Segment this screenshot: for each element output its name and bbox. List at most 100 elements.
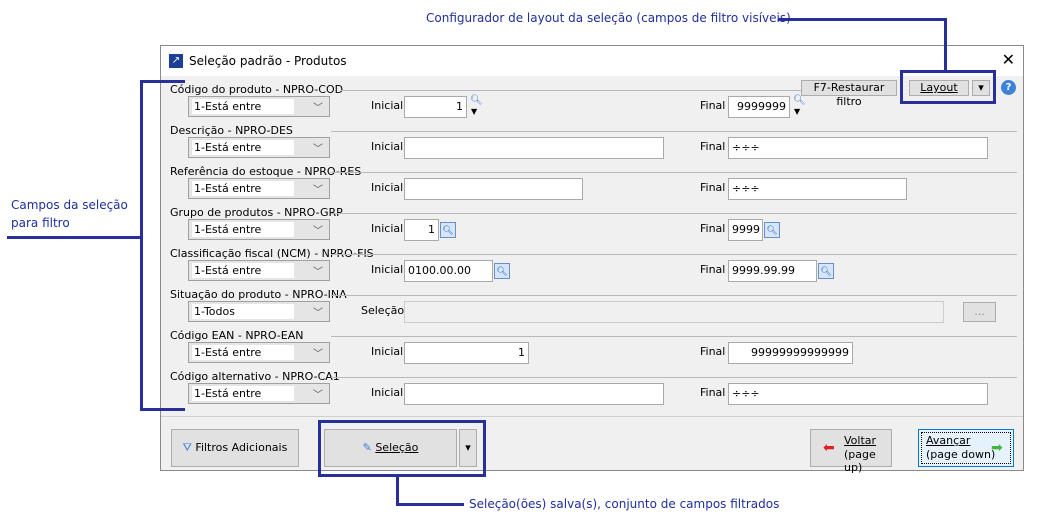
final-label: Final — [700, 140, 726, 153]
back-label: Voltar — [844, 434, 877, 447]
selection-dialog: ↗ Seleção padrão - Produtos ✕ F7-Restaur… — [160, 45, 1024, 474]
operator-value: 1-Está entre — [192, 386, 294, 401]
final-label: Final — [700, 99, 726, 112]
chevron-down-icon: ﹀ — [313, 390, 323, 401]
final-label: Final — [700, 222, 726, 235]
field-label: Grupo de produtos - NPRO-GRP — [170, 206, 343, 219]
operator-dropdown[interactable]: 1-Está entre ﹀ — [188, 96, 330, 117]
arrow-left-icon: ⬅ — [823, 440, 835, 456]
final-label: Final — [700, 345, 726, 358]
final-input[interactable]: 9999999 — [728, 96, 790, 118]
field-label: Código do produto - NPRO-COD — [170, 83, 344, 96]
initial-label: Inicial — [371, 140, 404, 153]
selection-highlight-box — [318, 420, 486, 477]
extra-filters-label: Filtros Adicionais — [195, 441, 288, 454]
divider — [331, 172, 1017, 173]
operator-dropdown[interactable]: 1-Está entre ﹀ — [188, 342, 330, 363]
layout-annotation: Configurador de layout da seleção (campo… — [426, 11, 791, 25]
annotation-line — [140, 80, 185, 83]
ellipsis-button[interactable]: ... — [963, 302, 996, 322]
initial-label: Inicial — [371, 222, 404, 235]
back-sub-label: (page up) — [844, 448, 876, 474]
final-label: Final — [700, 386, 726, 399]
field-label: Código EAN - NPRO-EAN — [170, 329, 304, 342]
final-label: Final — [700, 181, 726, 194]
final-input[interactable]: ÷÷÷ — [728, 137, 988, 159]
operator-dropdown[interactable]: 1-Todos ﹀ — [188, 301, 330, 322]
next-sub-label: (page down) — [926, 448, 996, 461]
search-icon[interactable]: 🔍︎ — [470, 95, 483, 107]
initial-label: Inicial — [371, 345, 404, 358]
lookup-icon[interactable]: 🔍︎ — [440, 222, 456, 238]
field-label: Código alternativo - NPRO-CA1 — [170, 370, 340, 383]
chevron-down-icon: ﹀ — [313, 226, 323, 237]
divider — [331, 254, 1017, 255]
layout-highlight-box — [900, 70, 996, 104]
field-label: Descrição - NPRO-DES — [170, 124, 293, 137]
dialog-title: Seleção padrão - Produtos — [189, 54, 347, 68]
annotation-line — [396, 476, 399, 506]
caret-down-icon[interactable]: ▼ — [471, 107, 477, 116]
final-input[interactable]: 9999 — [728, 219, 763, 241]
annotation-line — [396, 503, 464, 506]
initial-input[interactable] — [404, 178, 583, 200]
next-button[interactable]: Avançar (page down) ➡ — [918, 429, 1014, 467]
footer-bar: ⛛ Filtros Adicionais ✎ Seleção ▾ ⬅ Voltar… — [161, 416, 1023, 474]
operator-value: 1-Está entre — [192, 181, 294, 196]
selection-label: Seleção — [361, 304, 405, 317]
divider — [341, 90, 801, 91]
operator-value: 1-Está entre — [192, 140, 294, 155]
lookup-icon[interactable]: 🔍︎ — [764, 222, 780, 238]
operator-dropdown[interactable]: 1-Está entre ﹀ — [188, 219, 330, 240]
operator-value: 1-Está entre — [192, 263, 294, 278]
operator-value: 1-Todos — [192, 304, 294, 319]
operator-dropdown[interactable]: 1-Está entre ﹀ — [188, 137, 330, 158]
divider — [331, 295, 1017, 296]
initial-label: Inicial — [371, 263, 404, 276]
search-icon[interactable]: 🔍︎ — [793, 95, 806, 107]
final-input[interactable]: ÷÷÷ — [728, 178, 907, 200]
fields-annotation-line2: para filtro — [11, 216, 70, 230]
funnel-icon: ⛛ — [182, 441, 196, 454]
divider — [331, 213, 1017, 214]
operator-dropdown[interactable]: 1-Está entre ﹀ — [188, 383, 330, 404]
initial-input[interactable]: 1 — [404, 342, 529, 364]
annotation-line — [944, 18, 947, 71]
lookup-icon[interactable]: 🔍︎ — [494, 263, 510, 279]
divider — [331, 377, 1017, 378]
initial-label: Inicial — [371, 99, 404, 112]
arrow-right-icon: ➡ — [991, 440, 1003, 456]
initial-label: Inicial — [371, 386, 404, 399]
selection-field[interactable] — [404, 301, 944, 323]
caret-down-icon[interactable]: ▼ — [794, 107, 800, 116]
initial-input[interactable]: 1 — [404, 96, 467, 118]
restore-filter-button[interactable]: F7-Restaurar filtro — [801, 80, 897, 108]
annotation-line — [140, 80, 143, 411]
operator-value: 1-Está entre — [192, 99, 294, 114]
initial-input[interactable] — [404, 137, 664, 159]
extra-filters-button[interactable]: ⛛ Filtros Adicionais — [171, 429, 299, 467]
title-bar: ↗ Seleção padrão - Produtos ✕ — [161, 46, 1023, 76]
final-input[interactable]: 99999999999999 — [728, 342, 853, 364]
initial-input[interactable]: 0100.00.00 — [404, 260, 493, 282]
divider — [331, 336, 1017, 337]
final-input[interactable]: 9999.99.99 — [728, 260, 817, 282]
back-button[interactable]: ⬅ Voltar (page up) — [810, 429, 892, 474]
initial-input[interactable]: 1 — [404, 219, 439, 241]
help-icon[interactable]: ? — [1001, 80, 1016, 95]
chevron-down-icon: ﹀ — [313, 308, 323, 319]
operator-dropdown[interactable]: 1-Está entre ﹀ — [188, 178, 330, 199]
final-input[interactable]: ÷÷÷ — [728, 383, 988, 405]
lookup-icon[interactable]: 🔍︎ — [818, 263, 834, 279]
operator-value: 1-Está entre — [192, 222, 294, 237]
saved-selection-annotation: Seleção(ões) salva(s), conjunto de campo… — [469, 497, 780, 511]
close-icon[interactable]: ✕ — [1002, 50, 1015, 69]
operator-dropdown[interactable]: 1-Está entre ﹀ — [188, 260, 330, 281]
next-label: Avançar — [926, 434, 971, 447]
initial-input[interactable] — [404, 383, 664, 405]
chevron-down-icon: ﹀ — [313, 185, 323, 196]
final-label: Final — [700, 263, 726, 276]
initial-label: Inicial — [371, 181, 404, 194]
app-icon: ↗ — [169, 54, 183, 68]
chevron-down-icon: ﹀ — [313, 349, 323, 360]
